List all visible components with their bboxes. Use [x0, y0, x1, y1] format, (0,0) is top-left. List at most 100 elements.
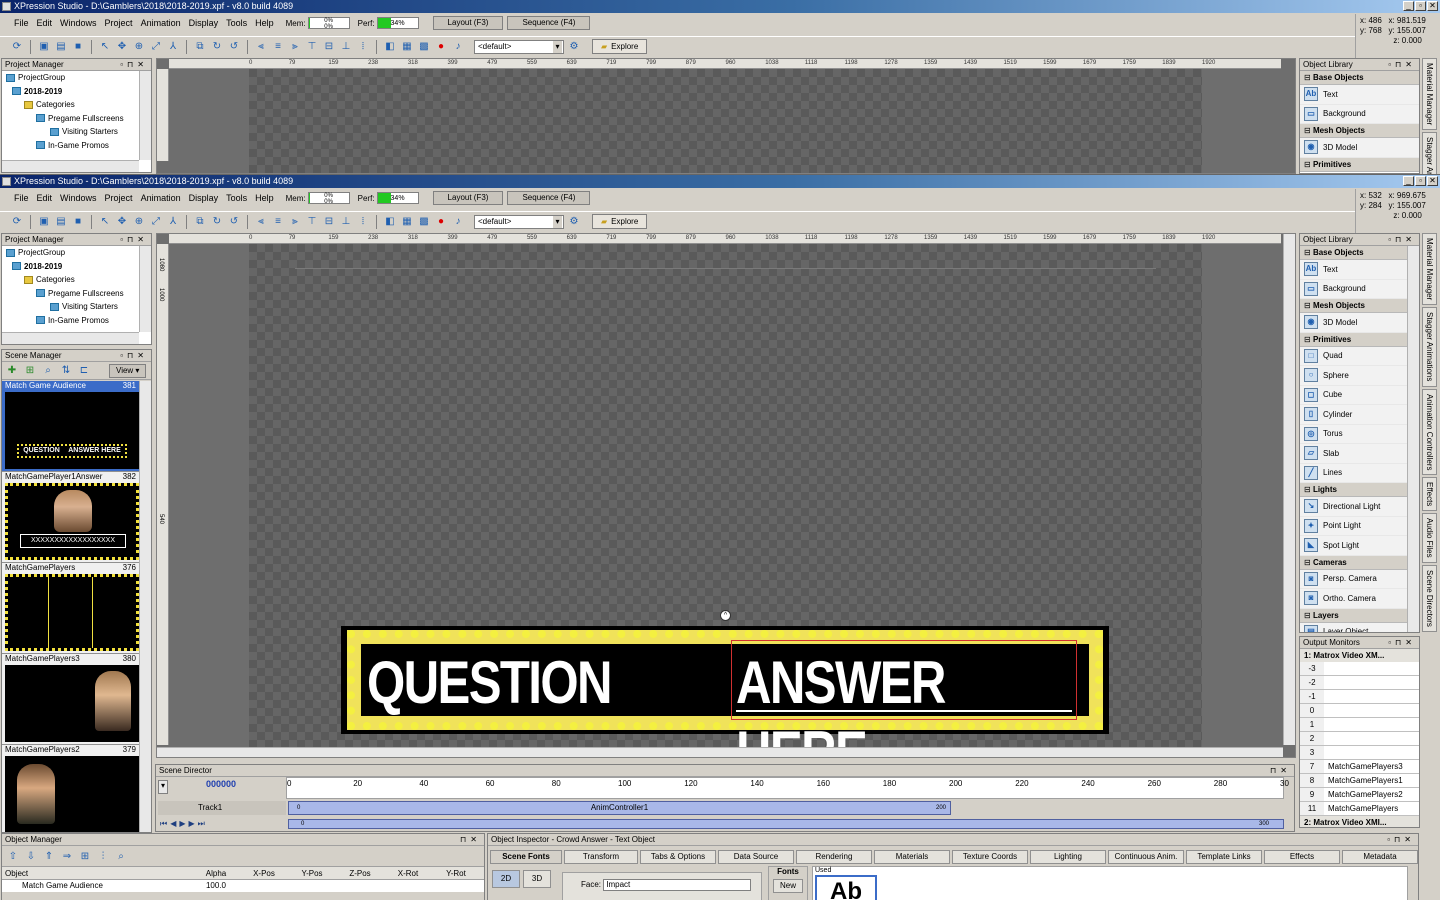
menu-animation[interactable]: Animation	[137, 189, 185, 207]
object-row[interactable]: Match Game Audience 100.0	[2, 880, 484, 892]
viewport-2[interactable]: 0 79 159 238 318 399 479 559 639 719 799 879 960 1038…	[156, 233, 1296, 758]
redo-icon[interactable]: ↻	[210, 40, 224, 54]
library-scrollbar[interactable]	[1407, 246, 1419, 632]
range-bar[interactable]: 0 300	[288, 819, 1284, 829]
viewport-hscroll[interactable]	[157, 747, 1283, 757]
close-button[interactable]: ✕	[1427, 1, 1438, 11]
move-top-icon[interactable]: ⇑	[42, 849, 56, 863]
redo-icon[interactable]: ↻	[210, 215, 224, 229]
move-bottom-icon[interactable]: ⇒	[60, 849, 74, 863]
object-alpha[interactable]: 100.0	[192, 880, 240, 892]
stop-icon[interactable]: ■	[71, 215, 85, 229]
monitor-row[interactable]: 0	[1300, 704, 1419, 718]
title-bar[interactable]: XPression Studio - D:\Gamblers\2018\2018…	[0, 0, 1440, 13]
library-item-sphere[interactable]: ○ Sphere	[1300, 366, 1419, 386]
column-y-pos[interactable]: Y-Pos	[288, 867, 336, 879]
category-layers[interactable]: Layers	[1300, 608, 1419, 623]
layout-settings-icon[interactable]: ⚙	[567, 215, 581, 229]
tree-node-visiting[interactable]: Visiting Starters	[6, 125, 151, 139]
track-row[interactable]: Track1	[158, 801, 286, 815]
new-font-button[interactable]: New	[773, 879, 803, 893]
inspector-tab[interactable]: Metadata	[1342, 850, 1418, 864]
side-tab-stagger[interactable]: Stagger Animations	[1422, 132, 1437, 175]
tree-node-project[interactable]: 2018-2019	[6, 260, 151, 274]
last-frame-icon[interactable]: ⏭	[198, 819, 205, 831]
scene-item[interactable]: MatchGamePlayers2 379	[2, 745, 139, 832]
library-item-cylinder[interactable]: ▯ Cylinder	[1300, 405, 1419, 425]
canvas[interactable]	[249, 69, 1202, 173]
monitor-row[interactable]: 2	[1300, 732, 1419, 746]
add-scene-icon[interactable]: ✚	[5, 364, 19, 378]
question-answer-banner[interactable]: QUESTION ANSWER HERE	[341, 626, 1109, 757]
record-icon[interactable]: ●	[434, 215, 448, 229]
vertical-scrollbar[interactable]	[139, 71, 151, 160]
minimize-button[interactable]: _	[1403, 1, 1414, 11]
axis-icon[interactable]: ⅄	[166, 40, 180, 54]
tree-node-categories[interactable]: Categories	[6, 98, 151, 112]
library-item-persp-camera[interactable]: ◙ Persp. Camera	[1300, 569, 1419, 589]
library-item-lines[interactable]: ╱ Lines	[1300, 463, 1419, 483]
monitor-row[interactable]: 8 MatchGamePlayers1	[1300, 774, 1419, 788]
tree-node-pregame[interactable]: Pregame Fullscreens	[6, 287, 151, 301]
category-mesh-objects[interactable]: Mesh Objects	[1300, 124, 1419, 138]
axis-icon[interactable]: ⅄	[166, 215, 180, 229]
play-icon[interactable]: ▶	[179, 819, 185, 831]
monitor-row[interactable]: -2	[1300, 676, 1419, 690]
library-item-spot-light[interactable]: ◣ Spot Light	[1300, 536, 1419, 556]
library-item-slab[interactable]: ▱ Slab	[1300, 444, 1419, 464]
category-primitives[interactable]: Primitives	[1300, 157, 1419, 172]
view-dropdown[interactable]: View ▾	[109, 363, 147, 378]
scene-scrollbar[interactable]	[139, 381, 151, 832]
category-lights[interactable]: Lights	[1300, 483, 1419, 497]
library-item-cube[interactable]: ◻ Cube	[1300, 385, 1419, 405]
library-item-quad[interactable]: □ Quad	[1300, 346, 1419, 366]
scale-icon[interactable]: ⤢	[149, 215, 163, 229]
menu-edit[interactable]: Edit	[33, 14, 57, 32]
scene-item[interactable]: Match Game Audience 381 QUESTION ANSWER HE…	[2, 381, 139, 472]
save-icon[interactable]: ▣	[37, 40, 51, 54]
scene-item[interactable]: MatchGamePlayer1Answer 382 XXXXXXXXXXXXXX…	[2, 472, 139, 563]
inspector-tab[interactable]: Texture Coords	[952, 850, 1028, 864]
monitor-row[interactable]: -1	[1300, 690, 1419, 704]
category-primitives[interactable]: Primitives	[1300, 332, 1419, 347]
side-tab-audio-files[interactable]: Audio Files	[1422, 513, 1437, 563]
horizontal-scrollbar[interactable]	[2, 332, 139, 344]
prev-frame-icon[interactable]: ◀	[170, 819, 176, 831]
undo-icon[interactable]: ↺	[227, 40, 241, 54]
scene-item[interactable]: MatchGamePlayers3 380	[2, 654, 139, 745]
open-icon[interactable]: ⟳	[10, 215, 24, 229]
save-all-icon[interactable]: ▤	[54, 40, 68, 54]
explore-button[interactable]: ▰ Explore	[592, 214, 648, 229]
inspector-tab[interactable]: Effects	[1264, 850, 1340, 864]
audio-icon[interactable]: ♪	[451, 215, 465, 229]
grid-icon[interactable]: ▦	[400, 215, 414, 229]
library-item-text[interactable]: Ab Text	[1300, 85, 1419, 105]
current-frame[interactable]: 000000	[206, 779, 236, 789]
menu-file[interactable]: File	[10, 189, 33, 207]
distribute-icon[interactable]: ⦙	[356, 40, 370, 54]
search-icon[interactable]: ⌕	[41, 364, 55, 378]
menu-display[interactable]: Display	[185, 189, 223, 207]
column-object[interactable]: Object	[2, 867, 122, 879]
layout-tab[interactable]: Layout (F3)	[432, 16, 504, 30]
align-middle-icon[interactable]: ⊟	[322, 40, 336, 54]
menu-windows[interactable]: Windows	[56, 189, 101, 207]
explore-button[interactable]: ▰ Explore	[592, 39, 648, 54]
library-item-text[interactable]: Ab Text	[1300, 260, 1419, 280]
distribute-icon[interactable]: ⦙	[356, 215, 370, 229]
column-z-pos[interactable]: Z-Pos	[336, 867, 384, 879]
anchor-handle-icon[interactable]: ^	[720, 610, 731, 621]
add-group-icon[interactable]: ⊞	[23, 364, 37, 378]
group-icon[interactable]: ⊞	[78, 849, 92, 863]
tree-node-projectgroup[interactable]: ProjectGroup	[6, 71, 151, 85]
inspector-tab[interactable]: Continuous Anim.	[1108, 850, 1184, 864]
side-tab-animation-controllers[interactable]: Animation Controllers	[1422, 388, 1437, 476]
title-bar[interactable]: XPression Studio - D:\Gamblers\2018\2018…	[0, 175, 1440, 188]
menu-edit[interactable]: Edit	[33, 189, 57, 207]
tree-icon[interactable]: ⊏	[77, 364, 91, 378]
move-icon[interactable]: ✥	[115, 215, 129, 229]
library-item-3d-model[interactable]: ◉ 3D Model	[1300, 313, 1419, 333]
library-item-ortho-camera[interactable]: ◙ Ortho. Camera	[1300, 589, 1419, 609]
align-bottom-icon[interactable]: ⊥	[339, 215, 353, 229]
monitor-header-2[interactable]: 2: Matrox Video XMI...	[1300, 816, 1419, 827]
